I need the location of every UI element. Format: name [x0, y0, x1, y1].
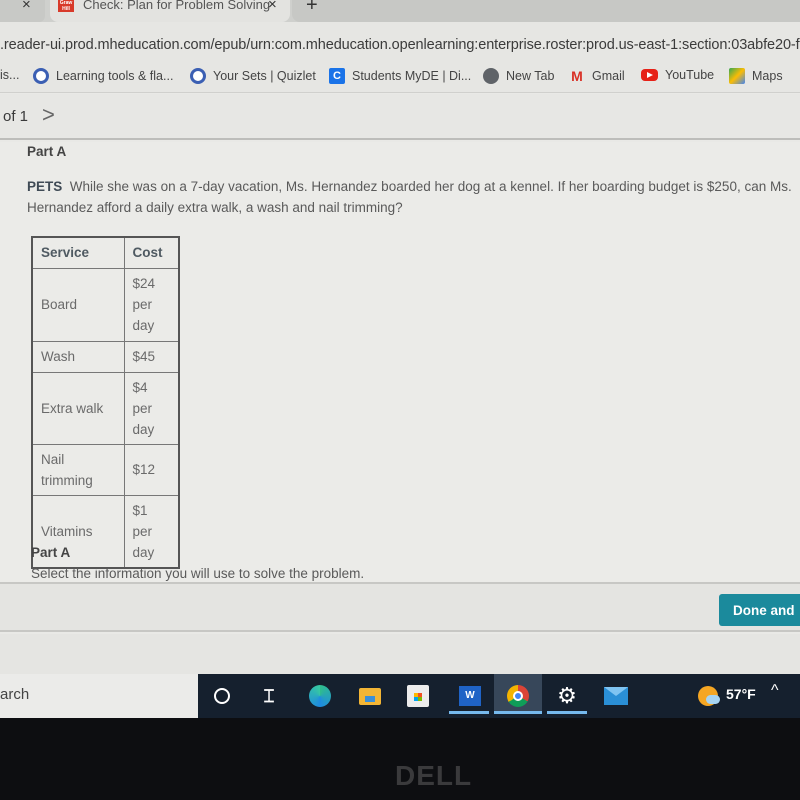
- bookmark-students-myde[interactable]: C Students MyDE | Di...: [329, 68, 471, 84]
- question-body: While she was on a 7-day vacation, Ms. H…: [27, 179, 792, 215]
- bookmark-item[interactable]: is...: [0, 68, 19, 82]
- mail-button[interactable]: [602, 682, 630, 710]
- chrome-button[interactable]: [504, 682, 532, 710]
- services-table: Service Cost Board $24 per day Wash $45 …: [31, 236, 180, 569]
- bookmark-maps[interactable]: Maps: [729, 68, 783, 84]
- chevron-right-icon[interactable]: >: [42, 102, 55, 128]
- bookmark-label: YouTube: [665, 68, 715, 82]
- maps-icon: [729, 68, 745, 84]
- monitor-bezel: DELL: [0, 718, 800, 800]
- chrome-running-indicator: [494, 711, 542, 714]
- word-icon: W: [459, 686, 481, 706]
- youtube-icon: [641, 69, 658, 81]
- gmail-icon: M: [571, 68, 583, 84]
- bookmark-label: is...: [0, 68, 20, 82]
- bookmark-label: Maps: [752, 69, 783, 83]
- cost-cell: $4 per day: [123, 371, 180, 445]
- bookmarks-bar: is... Learning tools & fla... Your Sets …: [0, 60, 800, 93]
- bookmark-new-tab[interactable]: New Tab: [483, 68, 554, 84]
- cost-cell: $24 per day: [123, 267, 180, 342]
- instruction-text: Select the information you will use to s…: [31, 566, 365, 581]
- mail-icon: [604, 687, 628, 705]
- question-content: Part A PETS While she was on a 7-day vac…: [0, 142, 800, 582]
- service-cell: Wash: [31, 340, 125, 373]
- page-count: of 1: [3, 108, 29, 125]
- word-running-indicator: [449, 711, 489, 714]
- table-row: Nail trimming $12: [31, 443, 180, 496]
- quizlet-icon: [33, 68, 49, 84]
- column-header-cost: Cost: [123, 236, 180, 269]
- close-icon[interactable]: ×: [268, 0, 277, 13]
- task-view-button[interactable]: ⌶: [255, 682, 283, 710]
- tab-active[interactable]: Graw Hill Check: Plan for Problem Solvin…: [50, 0, 290, 22]
- column-header-service: Service: [31, 236, 125, 269]
- service-cell: Nail trimming: [31, 443, 125, 496]
- settings-running-indicator: [547, 711, 587, 714]
- close-icon[interactable]: ×: [22, 0, 31, 13]
- new-tab-button[interactable]: +: [306, 0, 318, 17]
- footer-bar: Done and: [0, 582, 800, 632]
- cost-cell: $45: [123, 340, 180, 373]
- file-explorer-button[interactable]: [356, 682, 384, 710]
- screen: × Graw Hill Check: Plan for Problem Solv…: [0, 0, 800, 718]
- chrome-icon: [507, 685, 529, 707]
- tab-strip: × Graw Hill Check: Plan for Problem Solv…: [0, 0, 800, 22]
- url-text[interactable]: .reader-ui.prod.mheducation.com/epub/urn…: [0, 37, 800, 53]
- edge-button[interactable]: [306, 682, 334, 710]
- bookmark-label: New Tab: [506, 69, 555, 83]
- sub-part-label: Part A: [31, 545, 71, 560]
- tab-previous[interactable]: ×: [0, 0, 45, 22]
- file-explorer-icon: [359, 687, 381, 705]
- edge-icon: [309, 685, 331, 707]
- word-button[interactable]: W: [456, 682, 484, 710]
- task-view-icon: ⌶: [263, 685, 275, 706]
- search-placeholder: arch: [0, 686, 30, 703]
- bookmark-label: Gmail: [592, 69, 625, 83]
- store-button[interactable]: [404, 682, 432, 710]
- service-cell: Board: [31, 267, 125, 342]
- cortana-button[interactable]: [208, 682, 236, 710]
- weather-widget[interactable]: [694, 682, 722, 710]
- table-row: Board $24 per day: [31, 267, 180, 342]
- page-bottom: [0, 634, 800, 674]
- done-button[interactable]: Done and: [719, 594, 800, 626]
- part-label: Part A: [27, 144, 67, 159]
- address-bar[interactable]: .reader-ui.prod.mheducation.com/epub/urn…: [0, 22, 800, 60]
- table-row: Extra walk $4 per day: [31, 371, 180, 445]
- globe-icon: [483, 68, 499, 84]
- service-cell: Extra walk: [31, 371, 125, 445]
- temperature[interactable]: 57°F: [726, 686, 756, 702]
- weather-icon: [698, 686, 720, 706]
- tab-strip-empty: [292, 0, 800, 22]
- cortana-icon: [214, 688, 230, 704]
- settings-icon: ⚙: [557, 683, 577, 708]
- quizlet-icon: [190, 68, 206, 84]
- bookmark-quizlet-sets[interactable]: Your Sets | Quizlet: [190, 68, 316, 84]
- cost-cell: $12: [123, 443, 180, 496]
- taskbar: arch ⌶ W ⚙ 57°F ^: [0, 674, 800, 718]
- bookmark-label: Your Sets | Quizlet: [213, 69, 316, 83]
- classlink-icon: C: [329, 68, 345, 84]
- tab-title: Check: Plan for Problem Solving: [83, 0, 271, 12]
- dell-logo: DELL: [395, 760, 473, 791]
- mcgraw-hill-favicon-icon: Graw Hill: [58, 0, 74, 12]
- cost-cell: $1 per day: [123, 494, 180, 568]
- bookmark-label: Students MyDE | Di...: [352, 69, 472, 83]
- bookmark-gmail[interactable]: M Gmail: [569, 68, 625, 84]
- bookmark-youtube[interactable]: YouTube: [641, 68, 714, 82]
- bookmark-learning-tools[interactable]: Learning tools & fla...: [33, 68, 173, 84]
- store-icon: [407, 685, 429, 707]
- chevron-up-icon[interactable]: ^: [771, 682, 779, 700]
- table-row: Wash $45: [31, 340, 180, 373]
- table-header-row: Service Cost: [31, 236, 180, 269]
- taskbar-search[interactable]: arch: [0, 674, 198, 718]
- question-topic: PETS: [27, 179, 63, 194]
- page-navigation: of 1 >: [0, 94, 800, 140]
- question-text: PETS While she was on a 7-day vacation, …: [27, 176, 797, 218]
- bookmark-label: Learning tools & fla...: [56, 69, 174, 83]
- settings-button[interactable]: ⚙: [553, 682, 581, 710]
